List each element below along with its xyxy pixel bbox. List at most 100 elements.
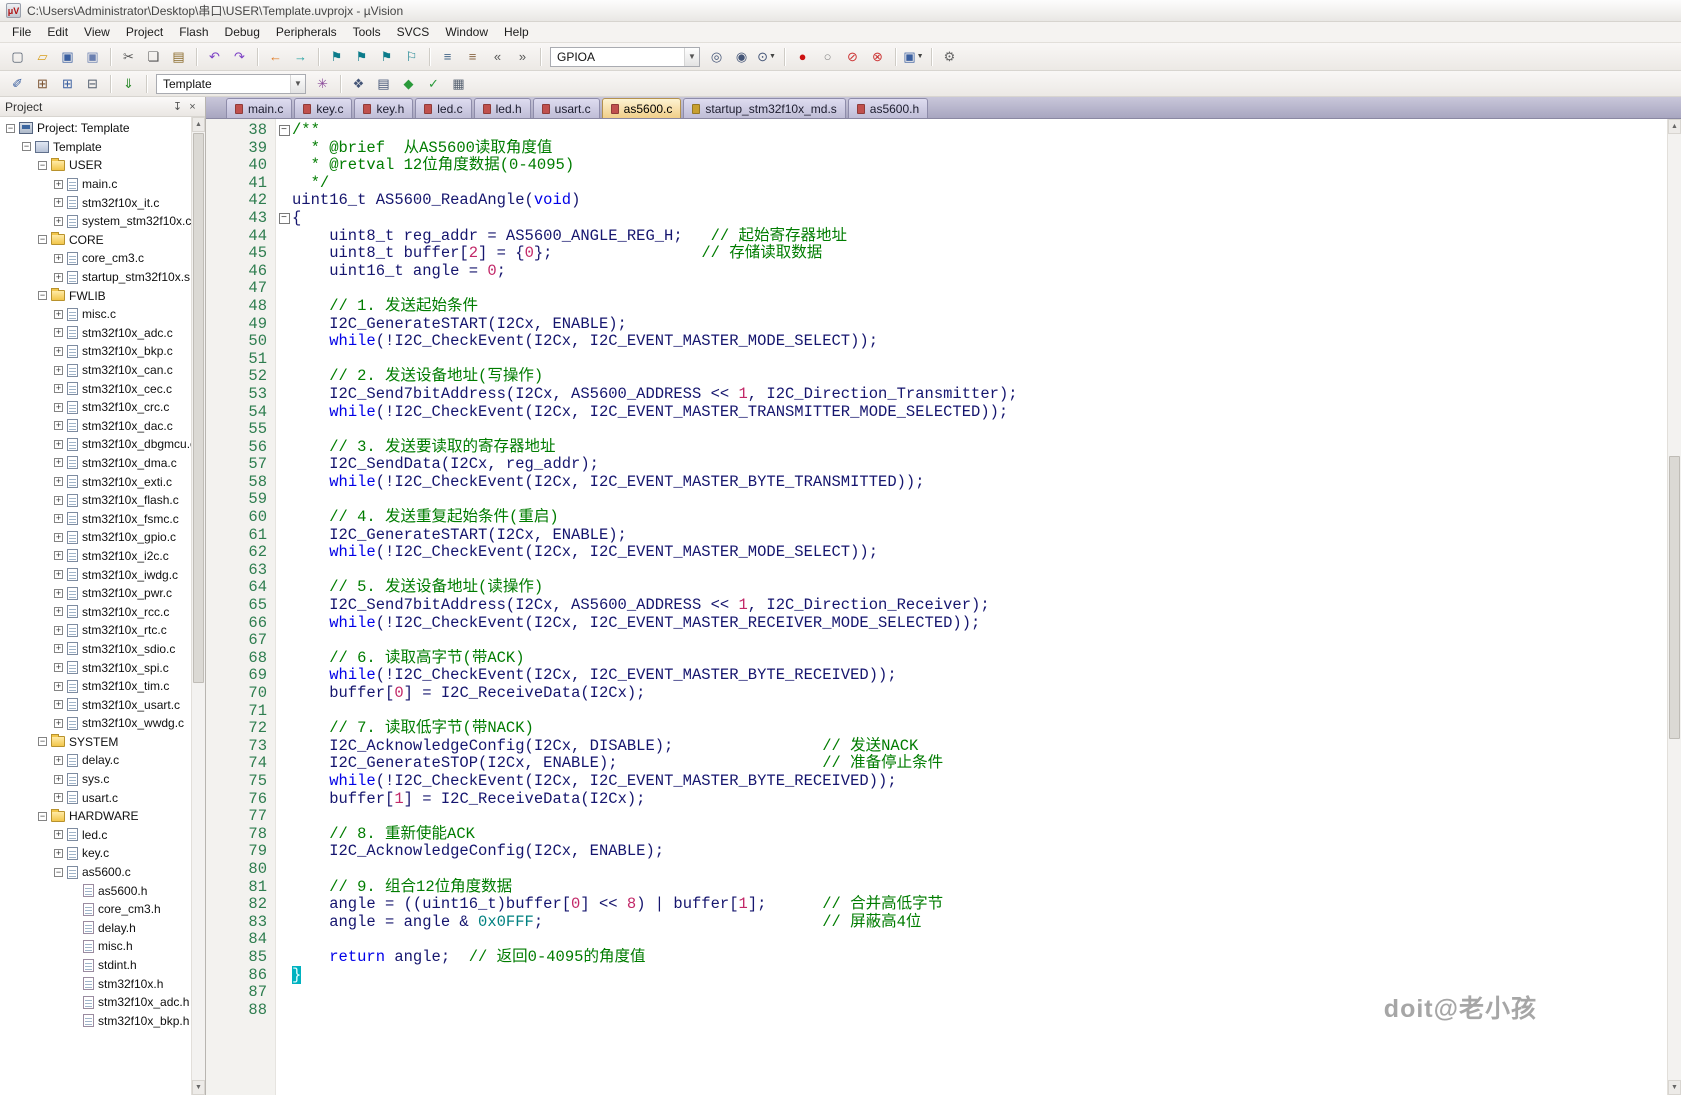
tree-item-stm32f10x-spi-c[interactable]: +stm32f10x_spi.c xyxy=(0,658,191,677)
runtime-environment-icon[interactable]: ◆ xyxy=(397,74,420,94)
scroll-down-icon[interactable]: ▼ xyxy=(1668,1080,1681,1095)
line-number[interactable]: 75 xyxy=(206,773,276,791)
code-line-69[interactable]: 69 while(!I2C_CheckEvent(I2Cx, I2C_EVENT… xyxy=(206,667,1667,685)
tree-item-stm32f10x-flash-c[interactable]: +stm32f10x_flash.c xyxy=(0,491,191,510)
tree-item-stm32f10x-bkp-h[interactable]: stm32f10x_bkp.h xyxy=(0,1012,191,1031)
tree-expander-icon[interactable]: − xyxy=(38,812,47,821)
line-number[interactable]: 38 xyxy=(206,122,276,140)
tab-key-h[interactable]: key.h xyxy=(354,98,413,118)
tree-item-stm32f10x-adc-h[interactable]: stm32f10x_adc.h xyxy=(0,993,191,1012)
save-icon[interactable]: ▣ xyxy=(56,47,79,67)
download-icon[interactable]: ⇓ xyxy=(117,74,140,94)
tree-item-stm32f10x-gpio-c[interactable]: +stm32f10x_gpio.c xyxy=(0,528,191,547)
code-line-47[interactable]: 47 xyxy=(206,280,1667,298)
line-number[interactable]: 42 xyxy=(206,192,276,210)
code-line-56[interactable]: 56 // 3. 发送要读取的寄存器地址 xyxy=(206,439,1667,457)
code-line-76[interactable]: 76 buffer[1] = I2C_ReceiveData(I2Cx); xyxy=(206,791,1667,809)
code-line-38[interactable]: 38−/** xyxy=(206,122,1667,140)
find-text-combo[interactable]: GPIOA▼ xyxy=(550,47,700,67)
line-number[interactable]: 78 xyxy=(206,826,276,844)
line-number[interactable]: 60 xyxy=(206,509,276,527)
fold-margin[interactable]: − xyxy=(276,122,292,140)
scroll-track[interactable] xyxy=(192,132,205,1080)
line-number[interactable]: 40 xyxy=(206,157,276,175)
code-line-64[interactable]: 64 // 5. 发送设备地址(读操作) xyxy=(206,579,1667,597)
tree-expander-icon[interactable]: + xyxy=(54,663,63,672)
tree-item-stm32f10x-pwr-c[interactable]: +stm32f10x_pwr.c xyxy=(0,584,191,603)
tree-item-delay-c[interactable]: +delay.c xyxy=(0,751,191,770)
menu-svcs[interactable]: SVCS xyxy=(389,22,438,42)
line-number[interactable]: 53 xyxy=(206,386,276,404)
code-line-60[interactable]: 60 // 4. 发送重复起始条件(重启) xyxy=(206,509,1667,527)
tree-item-stm32f10x-bkp-c[interactable]: +stm32f10x_bkp.c xyxy=(0,342,191,361)
fold-collapse-icon[interactable]: − xyxy=(279,213,290,224)
tree-expander-icon[interactable]: + xyxy=(54,756,63,765)
build-icon[interactable]: ⊞ xyxy=(31,74,54,94)
tree-item-misc-c[interactable]: +misc.c xyxy=(0,305,191,324)
tree-item-usart-c[interactable]: +usart.c xyxy=(0,788,191,807)
tree-expander-icon[interactable]: + xyxy=(54,607,63,616)
line-number[interactable]: 61 xyxy=(206,527,276,545)
line-number[interactable]: 84 xyxy=(206,931,276,949)
tree-item-stm32f10x-dma-c[interactable]: +stm32f10x_dma.c xyxy=(0,454,191,473)
rebuild-all-icon[interactable]: ⊞ xyxy=(56,74,79,94)
code-pane[interactable]: 38−/**39 * @brief 从AS5600读取角度值40 * @retv… xyxy=(206,119,1667,1095)
code-line-39[interactable]: 39 * @brief 从AS5600读取角度值 xyxy=(206,140,1667,158)
code-line-70[interactable]: 70 buffer[0] = I2C_ReceiveData(I2Cx); xyxy=(206,685,1667,703)
options-for-target-icon[interactable]: ✳ xyxy=(311,74,334,94)
tree-item-stm32f10x-it-c[interactable]: +stm32f10x_it.c xyxy=(0,193,191,212)
code-line-83[interactable]: 83 angle = angle & 0x0FFF; // 屏蔽高4位 xyxy=(206,914,1667,932)
line-number[interactable]: 46 xyxy=(206,263,276,281)
menu-project[interactable]: Project xyxy=(118,22,171,42)
line-number[interactable]: 41 xyxy=(206,175,276,193)
tree-item-led-c[interactable]: +led.c xyxy=(0,826,191,845)
undo-icon[interactable]: ↶ xyxy=(203,47,226,67)
tab-as5600-h[interactable]: as5600.h xyxy=(848,98,928,118)
line-number[interactable]: 45 xyxy=(206,245,276,263)
find-in-files-icon[interactable]: ◎ xyxy=(705,47,728,67)
line-number[interactable]: 62 xyxy=(206,544,276,562)
tree-expander-icon[interactable]: + xyxy=(54,384,63,393)
tree-expander-icon[interactable]: − xyxy=(38,737,47,746)
code-line-59[interactable]: 59 xyxy=(206,491,1667,509)
tree-expander-icon[interactable]: + xyxy=(54,366,63,375)
tree-expander-icon[interactable]: + xyxy=(54,198,63,207)
menu-tools[interactable]: Tools xyxy=(345,22,389,42)
code-line-46[interactable]: 46 uint16_t angle = 0; xyxy=(206,263,1667,281)
tree-expander-icon[interactable]: + xyxy=(54,180,63,189)
fold-collapse-icon[interactable]: − xyxy=(279,125,290,136)
line-number[interactable]: 68 xyxy=(206,650,276,668)
tree-item-core-cm3-h[interactable]: core_cm3.h xyxy=(0,900,191,919)
tree-item-stm32f10x-usart-c[interactable]: +stm32f10x_usart.c xyxy=(0,695,191,714)
editor-scrollbar[interactable]: ▲ ▼ xyxy=(1667,119,1681,1095)
tree-item-stm32f10x-adc-c[interactable]: +stm32f10x_adc.c xyxy=(0,324,191,343)
tab-startup-stm32f10x-md-s[interactable]: startup_stm32f10x_md.s xyxy=(683,98,845,118)
bookmark-next-icon[interactable]: ⚑ xyxy=(375,47,398,67)
tree-expander-icon[interactable]: + xyxy=(54,682,63,691)
tree-expander-icon[interactable]: − xyxy=(22,142,31,151)
tree-item-stm32f10x-wwdg-c[interactable]: +stm32f10x_wwdg.c xyxy=(0,714,191,733)
code-line-61[interactable]: 61 I2C_GenerateSTART(I2Cx, ENABLE); xyxy=(206,527,1667,545)
code-line-49[interactable]: 49 I2C_GenerateSTART(I2Cx, ENABLE); xyxy=(206,316,1667,334)
code-line-68[interactable]: 68 // 6. 读取高字节(带ACK) xyxy=(206,650,1667,668)
tree-item-as5600-c[interactable]: −as5600.c xyxy=(0,863,191,882)
tree-expander-icon[interactable]: − xyxy=(6,124,15,133)
debug-restore-views-icon[interactable]: ▣▼ xyxy=(902,47,925,67)
menu-file[interactable]: File xyxy=(4,22,39,42)
line-number[interactable]: 44 xyxy=(206,228,276,246)
new-file-icon[interactable]: ▢ xyxy=(6,47,29,67)
line-number[interactable]: 52 xyxy=(206,368,276,386)
tree-expander-icon[interactable]: − xyxy=(54,868,63,877)
find-text-combo-dropdown-icon[interactable]: ▼ xyxy=(684,48,699,66)
tree-item-project-template[interactable]: −Project: Template xyxy=(0,119,191,138)
code-line-51[interactable]: 51 xyxy=(206,351,1667,369)
tree-item-core-cm3-c[interactable]: +core_cm3.c xyxy=(0,249,191,268)
dropdown-arrow-icon[interactable]: ▼ xyxy=(769,53,776,60)
tree-item-stdint-h[interactable]: stdint.h xyxy=(0,956,191,975)
tree-expander-icon[interactable]: + xyxy=(54,533,63,542)
kill-all-breakpoints-icon[interactable]: ⊗ xyxy=(866,47,889,67)
file-extensions-icon[interactable]: ❖ xyxy=(347,74,370,94)
navigate-forward-icon[interactable]: → xyxy=(289,47,312,67)
menu-view[interactable]: View xyxy=(76,22,118,42)
paste-icon[interactable]: ▤ xyxy=(167,47,190,67)
